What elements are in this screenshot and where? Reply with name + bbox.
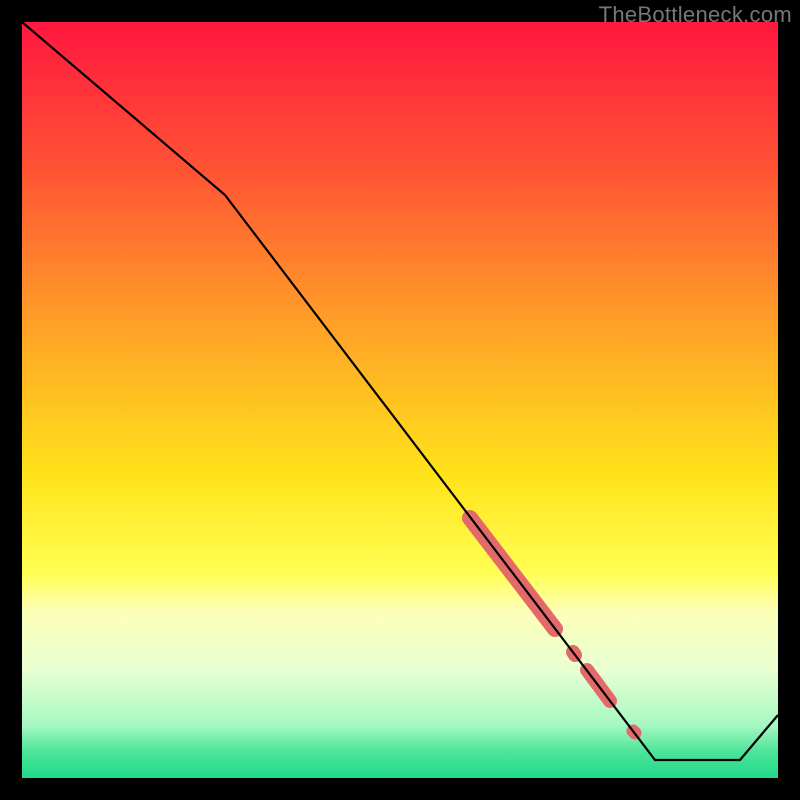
watermark-text: TheBottleneck.com (599, 2, 792, 28)
chart-container: { "watermark": "TheBottleneck.com", "cha… (0, 0, 800, 800)
plot-background (22, 22, 778, 778)
bottleneck-chart (0, 0, 800, 800)
